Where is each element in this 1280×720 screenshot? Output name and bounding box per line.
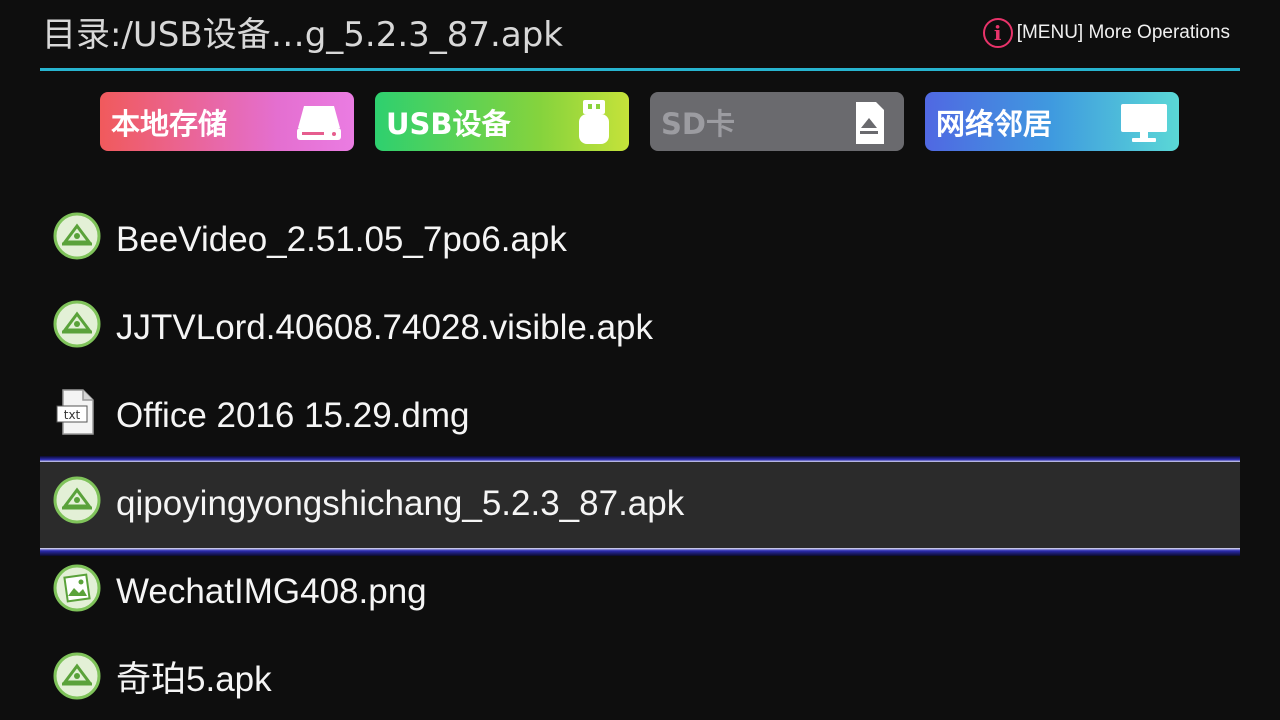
tab-network-neighborhood[interactable]: 网络邻居: [925, 92, 1179, 151]
menu-hint-label: [MENU] More Operations: [1016, 22, 1230, 43]
usb-drive-icon: [579, 100, 609, 144]
storage-tabs: 本地存储 USB设备 SD卡 网络邻居: [100, 92, 1180, 152]
apk-icon: [53, 476, 101, 524]
txt-file-icon: txt: [56, 389, 94, 435]
sd-card-icon: [856, 102, 884, 144]
file-item-qipoyingyong[interactable]: qipoyingyongshichang_5.2.3_87.apk: [40, 456, 1240, 556]
tab-usb-device-label: USB设备: [386, 106, 511, 141]
file-name: qipoyingyongshichang_5.2.3_87.apk: [116, 484, 685, 523]
current-directory-path: 目录:/USB设备…g_5.2.3_87.apk: [42, 15, 563, 55]
tab-network-neighborhood-label: 网络邻居: [936, 106, 1053, 141]
file-list: BeeVideo_2.51.05_7po6.apk JJTVLord.40608…: [40, 196, 1240, 720]
apk-icon: [53, 212, 101, 260]
file-item-beevideo[interactable]: BeeVideo_2.51.05_7po6.apk: [40, 196, 1240, 284]
file-name: JJTVLord.40608.74028.visible.apk: [116, 308, 654, 347]
info-icon: i: [982, 18, 1013, 48]
monitor-icon: [1121, 104, 1167, 142]
file-name: Office 2016 15.29.dmg: [116, 396, 470, 435]
tab-local-storage-label: 本地存储: [111, 106, 228, 141]
file-item-wechat-img[interactable]: WechatIMG408.png: [40, 548, 1240, 636]
hard-drive-icon: [297, 106, 341, 140]
tab-usb-device[interactable]: USB设备: [375, 92, 629, 151]
file-browser-screen: 目录:/USB设备…g_5.2.3_87.apk i [MENU] More O…: [0, 0, 1280, 720]
file-item-qipo5[interactable]: 奇珀5.apk: [40, 636, 1240, 720]
apk-icon: [53, 300, 101, 348]
apk-icon: [53, 652, 101, 700]
txt-file-icon-label: txt: [64, 408, 81, 422]
file-name: WechatIMG408.png: [116, 572, 427, 611]
file-name: 奇珀5.apk: [116, 660, 272, 699]
image-file-icon: [53, 564, 101, 612]
tab-sd-card[interactable]: SD卡: [650, 92, 904, 151]
file-name: BeeVideo_2.51.05_7po6.apk: [116, 220, 567, 259]
tab-sd-card-label: SD卡: [661, 106, 735, 141]
file-item-jjtvlord[interactable]: JJTVLord.40608.74028.visible.apk: [40, 284, 1240, 372]
header-divider: [40, 68, 1240, 71]
menu-hint: i [MENU] More Operations: [982, 15, 1230, 51]
file-item-office-dmg[interactable]: txt Office 2016 15.29.dmg: [40, 372, 1240, 460]
tab-local-storage[interactable]: 本地存储: [100, 92, 354, 151]
